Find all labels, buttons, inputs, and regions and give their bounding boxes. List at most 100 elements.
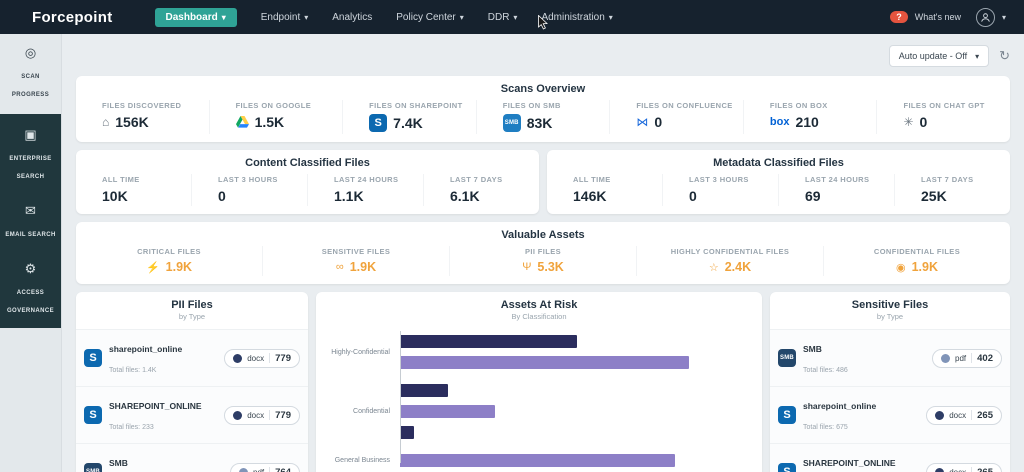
row-total: Total files: 233 xyxy=(109,424,154,431)
row-source: sharepoint_online xyxy=(109,344,183,354)
controls-row: Auto update - Off ▾ ↻ xyxy=(76,40,1010,72)
sharepoint-icon: S xyxy=(778,406,796,424)
metric-label: SENSITIVE FILES xyxy=(321,247,391,256)
nav-policy-center[interactable]: Policy Center ▾ xyxy=(396,12,463,23)
file-type-badge: docx 779 xyxy=(224,405,300,425)
chart-bar-group xyxy=(400,335,740,369)
list-item[interactable]: S sharepoint_online Total files: 675 docx… xyxy=(770,386,1010,443)
row-source: SMB xyxy=(803,344,822,354)
type-dot-icon xyxy=(935,467,945,472)
nav-ddr[interactable]: DDR ▾ xyxy=(488,12,518,23)
auto-update-dropdown[interactable]: Auto update - Off ▾ xyxy=(888,45,990,67)
file-type-badge: pdf 764 xyxy=(230,462,300,472)
sharepoint-icon: S xyxy=(369,114,388,132)
file-count: 402 xyxy=(977,352,993,364)
metric-label: LAST 7 DAYS xyxy=(450,175,503,184)
metric-value: 6.1K xyxy=(450,188,480,204)
metric-value: 0 xyxy=(919,114,928,130)
list-item[interactable]: SMB SMB Total files: 486 pdf 402 xyxy=(770,329,1010,386)
chevron-down-icon: ▾ xyxy=(459,12,464,22)
person-icon: Ψ xyxy=(522,261,532,273)
nav-dashboard[interactable]: Dashboard ▾ xyxy=(154,7,237,27)
type-dot-icon xyxy=(935,410,945,420)
row-source: SHAREPOINT_ONLINE xyxy=(803,458,896,468)
sharepoint-icon: S xyxy=(84,406,102,424)
valuable-assets-card: Valuable Assets CRITICAL FILES ⚡ 1.9K SEN… xyxy=(76,222,1010,284)
file-type-badge: pdf 402 xyxy=(932,348,1002,368)
brand-logo[interactable]: Forcepoint xyxy=(32,9,113,26)
nav-analytics[interactable]: Analytics xyxy=(332,12,372,23)
chart-subtitle: By Classification xyxy=(511,312,567,321)
metric-highly-confidential-files: HIGHLY CONFIDENTIAL FILES ☆ 2.4K xyxy=(636,246,823,276)
nav-label: Dashboard xyxy=(165,11,218,23)
refresh-icon[interactable]: ↻ xyxy=(999,48,1010,64)
metadata-classified-card: Metadata Classified Files ALL TIME 146K … xyxy=(547,150,1010,214)
metric-value: 83K xyxy=(526,115,553,131)
chevron-down-icon: ▾ xyxy=(304,12,309,22)
metric-confidential-files: CONFIDENTIAL FILES ◉ 1.9K xyxy=(823,246,1010,276)
nav-administration[interactable]: Administration ▾ xyxy=(541,12,612,23)
google-drive-icon xyxy=(235,116,249,128)
metric-files-on-sharepoint: FILES ON SHAREPOINT S 7.4K xyxy=(342,100,476,134)
metric-value: 10K xyxy=(102,188,128,204)
metric-label: LAST 24 HOURS xyxy=(334,175,399,184)
metric-label: FILES DISCOVERED xyxy=(102,101,182,110)
metric-value: 1.1K xyxy=(334,188,364,204)
metric-value: 146K xyxy=(573,188,607,204)
metric-value: 210 xyxy=(795,114,819,130)
type-dot-icon xyxy=(233,353,243,363)
sidebar-item-label: ACCESS GOVERNANCE xyxy=(6,290,54,314)
email-search-icon: ✉ xyxy=(25,203,36,218)
sidebar-item-enterprise-search[interactable]: ▣ ENTERPRISE SEARCH xyxy=(0,116,61,192)
metric-sensitive-files: SENSITIVE FILES ∞ 1.9K xyxy=(262,246,449,276)
list-item[interactable]: S sharepoint_online Total files: 1.4K doc… xyxy=(76,329,308,386)
metric-value: 0 xyxy=(218,188,226,204)
sidebar-item-access-governance[interactable]: ⚙ ACCESS GOVERNANCE xyxy=(0,250,61,326)
chart-bar xyxy=(400,426,414,439)
metric-value: 1.9K xyxy=(911,260,938,274)
chevron-down-icon[interactable]: ▾ xyxy=(1002,13,1006,22)
row-total: Total files: 675 xyxy=(803,424,848,431)
scan-progress-icon: ◎ xyxy=(24,45,37,60)
whats-new-link[interactable]: What's new xyxy=(915,12,961,22)
chevron-down-icon: ▾ xyxy=(608,12,613,22)
smb-icon: SMB xyxy=(778,349,796,367)
key-icon: ∞ xyxy=(335,261,344,273)
profile-icon[interactable] xyxy=(975,7,995,27)
sharepoint-icon: S xyxy=(778,463,796,472)
metric-label: LAST 3 HOURS xyxy=(689,175,749,184)
card-subtitle: by Type xyxy=(876,312,904,321)
mouse-cursor xyxy=(538,15,548,30)
metric-last-24-hours: LAST 24 HOURS 1.1K xyxy=(307,174,423,206)
card-title: Content Classified Files xyxy=(245,157,370,169)
metric-last-7-days: LAST 7 DAYS 25K xyxy=(894,174,1010,206)
card-title: PII Files xyxy=(171,299,213,311)
chevron-down-icon: ▾ xyxy=(513,12,518,22)
whats-new-badge[interactable]: ? xyxy=(890,11,908,23)
metric-pii-files: PII FILES Ψ 5.3K xyxy=(449,246,636,276)
nav-endpoint[interactable]: Endpoint ▾ xyxy=(261,12,309,23)
list-item[interactable]: S SHAREPOINT_ONLINE Total files: 233 docx… xyxy=(76,386,308,443)
metric-value: 0 xyxy=(654,114,663,130)
sidebar: ◎ SCAN PROGRESS ▣ ENTERPRISE SEARCH ✉ EM… xyxy=(0,34,62,472)
chevron-down-icon: ▾ xyxy=(221,12,226,22)
file-type: pdf xyxy=(955,353,967,363)
metric-files-on-smb: FILES ON SMB SMB 83K xyxy=(475,100,610,134)
file-count: 265 xyxy=(977,466,993,472)
metric-files-on-google: FILES ON GOOGLE 1.5K xyxy=(208,100,343,134)
chart-bar xyxy=(400,356,689,369)
list-item[interactable]: S SHAREPOINT_ONLINETotal files: 85 docx2… xyxy=(770,443,1010,472)
row-total: Total files: 1.4K xyxy=(109,367,157,374)
sidebar-item-email-search[interactable]: ✉ EMAIL SEARCH xyxy=(0,192,61,250)
metric-label: FILES ON BOX xyxy=(769,101,828,110)
sidebar-item-scan-progress[interactable]: ◎ SCAN PROGRESS xyxy=(0,34,61,110)
list-item[interactable]: SMB SMBTotal files: 1.6K pdf764 xyxy=(76,443,308,472)
chevron-down-icon: ▾ xyxy=(975,51,980,61)
metric-label: ALL TIME xyxy=(573,175,611,184)
metric-files-discovered: FILES DISCOVERED ⌂ 156K xyxy=(76,100,209,134)
nav-label: Administration xyxy=(541,11,605,23)
file-type: docx xyxy=(949,467,967,472)
metric-all-time: ALL TIME 146K xyxy=(547,174,662,206)
main-content: Auto update - Off ▾ ↻ Scans Overview FIL… xyxy=(62,34,1024,472)
metric-last-24-hours: LAST 24 HOURS 69 xyxy=(778,174,894,206)
